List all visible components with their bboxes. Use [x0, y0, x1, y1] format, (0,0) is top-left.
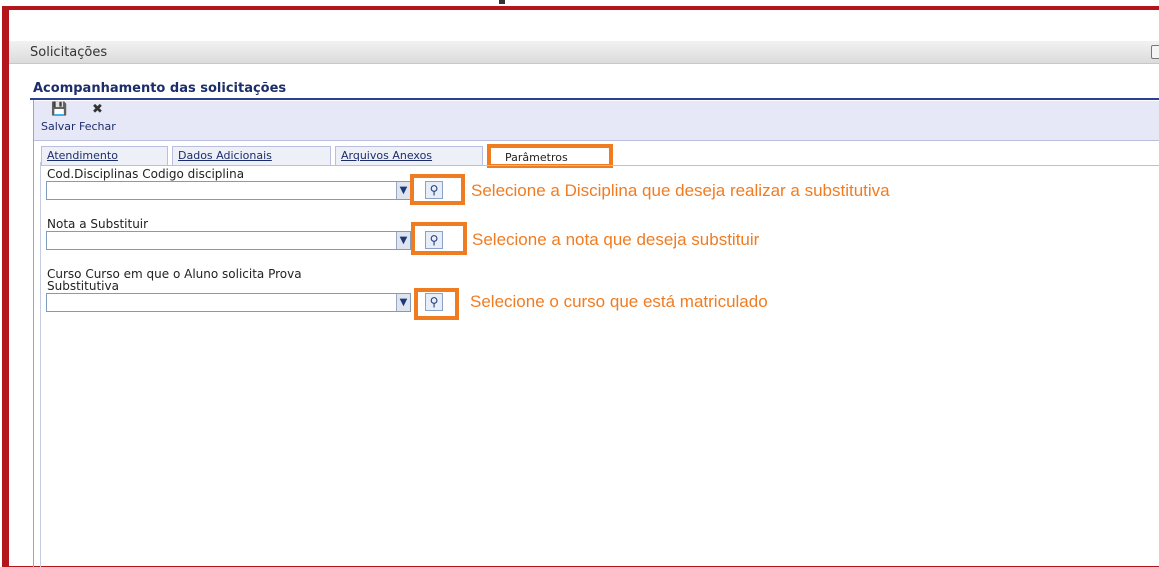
disciplina-label: Cod.Disciplinas Codigo disciplina — [47, 167, 245, 181]
close-label: Fechar — [79, 120, 116, 133]
restore-icon[interactable] — [1151, 45, 1159, 59]
curso-highlight — [414, 288, 459, 320]
tab-divider — [41, 165, 1159, 166]
save-icon: 💾 — [51, 102, 68, 117]
tab-atendimento[interactable]: Atendimento — [41, 146, 168, 165]
tab-dados-adicionais[interactable]: Dados Adicionais — [172, 146, 331, 165]
close-button[interactable]: ✖ Fechar — [79, 102, 116, 134]
curso-label-line2: Substitutiva — [47, 279, 119, 293]
curso-note: Selecione o curso que está matriculado — [470, 292, 768, 311]
panel-inner-border — [40, 162, 41, 567]
window-titlebar: Solicitações — [9, 41, 1159, 64]
disciplina-highlight — [410, 174, 465, 205]
heading-divider — [30, 98, 1159, 100]
nota-note: Selecione a nota que deseja substituir — [472, 230, 760, 249]
disciplina-select[interactable]: ▼ — [46, 181, 411, 200]
window-title: Solicitações — [30, 45, 108, 60]
top-mark — [499, 0, 505, 4]
nota-highlight — [411, 222, 467, 255]
panel-border — [33, 100, 34, 567]
chevron-down-icon[interactable]: ▼ — [396, 232, 410, 249]
close-icon: ✖ — [91, 102, 103, 117]
nota-select[interactable]: ▼ — [46, 231, 411, 250]
nota-label: Nota a Substituir — [47, 217, 149, 231]
save-label: Salvar — [41, 120, 76, 133]
page-title: Acompanhamento das solicitações — [33, 81, 287, 96]
toolbar: 💾 Salvar ✖ Fechar — [34, 101, 1159, 141]
chevron-down-icon[interactable]: ▼ — [396, 182, 410, 199]
chevron-down-icon[interactable]: ▼ — [396, 294, 410, 311]
curso-select[interactable]: ▼ — [46, 293, 411, 312]
tab-arquivos-anexos[interactable]: Arquivos Anexos — [335, 146, 483, 165]
save-button[interactable]: 💾 Salvar — [41, 102, 76, 134]
disciplina-note: Selecione a Disciplina que deseja realiz… — [471, 181, 890, 200]
